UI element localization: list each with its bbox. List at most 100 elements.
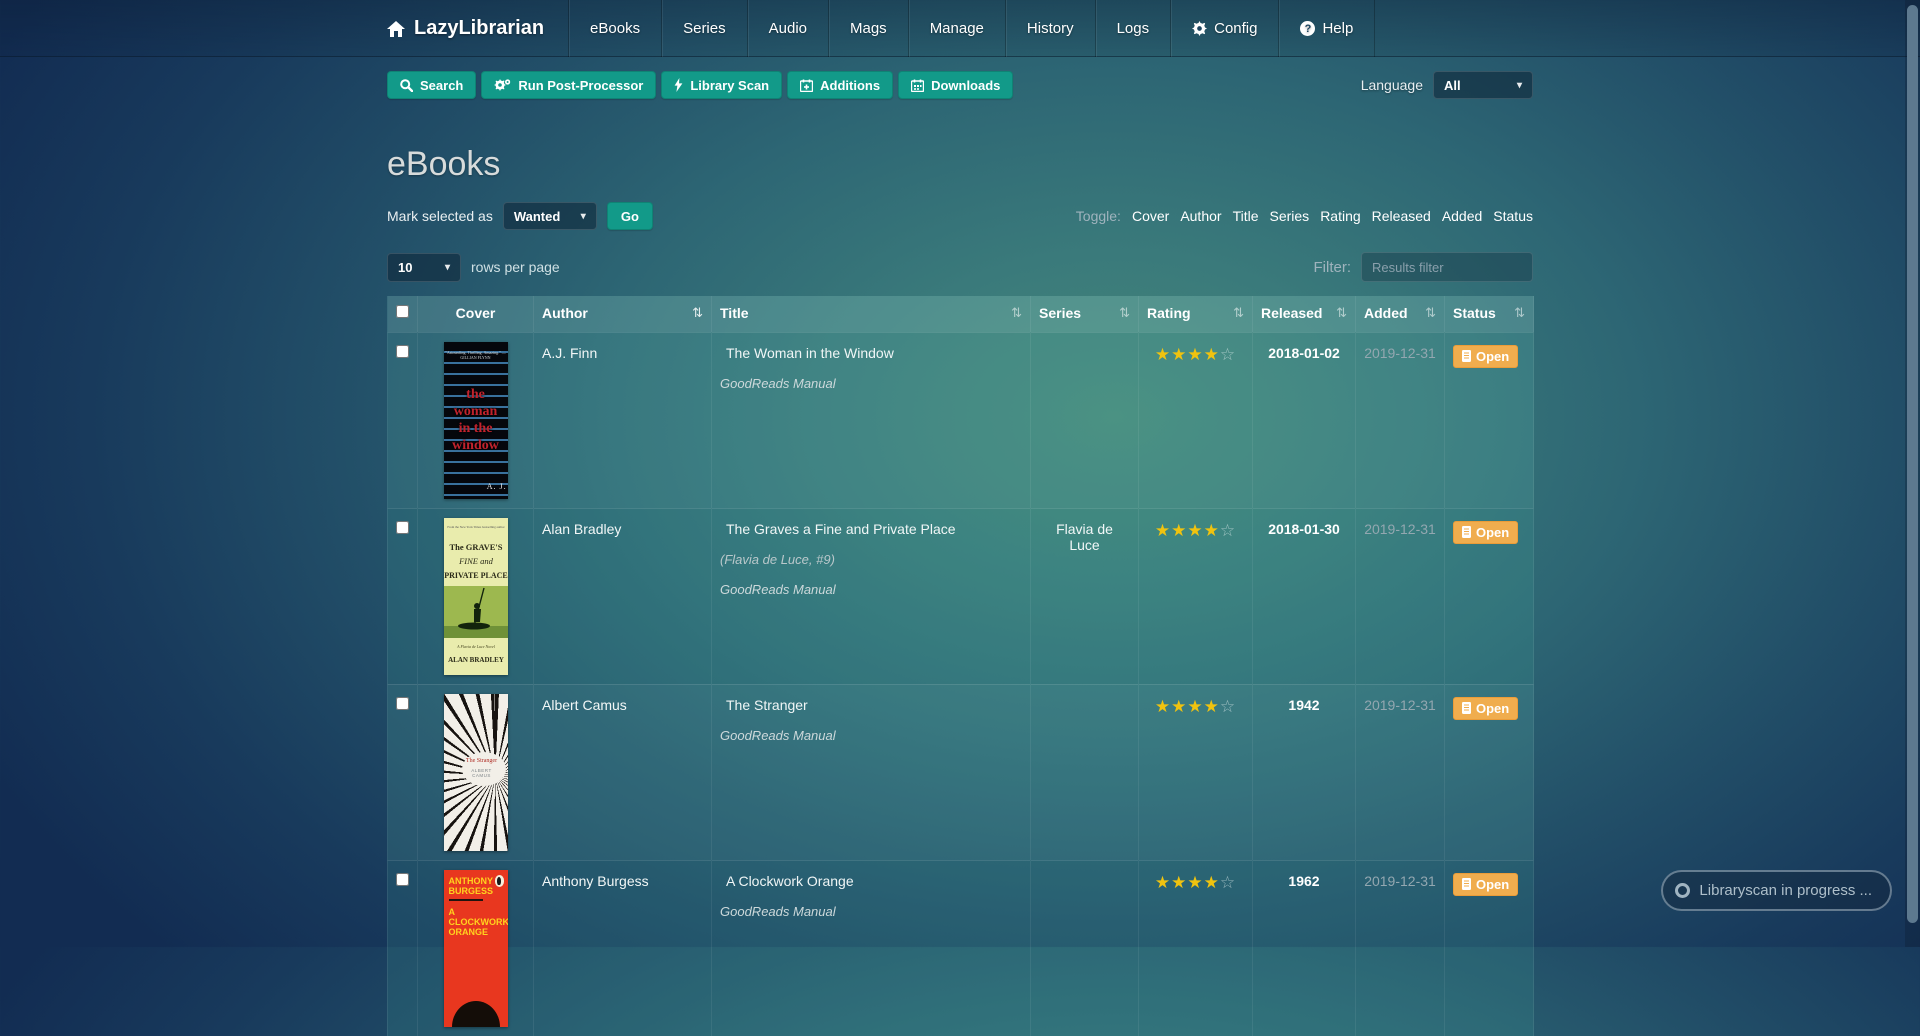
open-book-button[interactable]: Open — [1453, 521, 1518, 544]
cover-author-text: BURGESS — [449, 886, 508, 896]
cover-text: the — [444, 386, 508, 403]
header-title[interactable]: Title ⇅ — [712, 296, 1031, 332]
header-added[interactable]: Added ⇅ — [1356, 296, 1445, 332]
author-link[interactable]: Albert Camus — [542, 697, 627, 713]
sort-icon[interactable]: ⇅ — [1336, 305, 1347, 321]
header-select-all[interactable] — [388, 296, 418, 332]
header-added-label: Added — [1364, 305, 1408, 321]
table-header-row: Cover Author⇅ Title ⇅ Series ⇅ Rating⇅ Rel… — [388, 296, 1534, 332]
open-book-button[interactable]: Open — [1453, 345, 1518, 368]
toggle-label: Toggle: — [1076, 208, 1121, 224]
sort-icon[interactable]: ⇅ — [1233, 305, 1244, 321]
go-button[interactable]: Go — [607, 202, 653, 230]
sort-icon[interactable]: ⇅ — [1514, 305, 1525, 321]
results-filter-input[interactable] — [1361, 252, 1533, 282]
nav-item-audio[interactable]: Audio — [747, 0, 828, 57]
row-checkbox[interactable] — [396, 697, 409, 710]
chevron-down-icon: ▾ — [581, 211, 586, 222]
language-select[interactable]: All ▾ — [1433, 71, 1533, 99]
toggle-link-series[interactable]: Series — [1270, 208, 1310, 224]
author-link[interactable]: A.J. Finn — [542, 345, 597, 361]
star-filled-icon: ★ — [1171, 345, 1187, 364]
nav-item-help[interactable]: ? Help — [1278, 0, 1375, 57]
nav-item-config[interactable]: Config — [1170, 0, 1278, 57]
nav-item-mags[interactable]: Mags — [828, 0, 908, 57]
added-date: 2019-12-31 — [1364, 521, 1436, 537]
released-date: 1942 — [1288, 697, 1319, 713]
library-scan-toast: Libraryscan in progress ... — [1661, 870, 1892, 911]
mark-status-select[interactable]: Wanted ▾ — [503, 202, 597, 230]
nav-item-history[interactable]: History — [1005, 0, 1095, 57]
header-author[interactable]: Author⇅ — [534, 296, 712, 332]
calendar-grid-icon — [911, 79, 924, 92]
search-button-label: Search — [420, 78, 463, 93]
sort-icon[interactable]: ⇅ — [1011, 305, 1022, 321]
book-cover-graves-fine-private-place[interactable]: From the New York Times bestselling auth… — [444, 518, 508, 675]
book-source: GoodReads Manual — [720, 376, 1022, 391]
rating-stars: ★★★★☆ — [1155, 347, 1236, 363]
title-link[interactable]: The Woman in the Window — [720, 345, 894, 361]
author-link[interactable]: Anthony Burgess — [542, 873, 649, 889]
toggle-link-author[interactable]: Author — [1180, 208, 1221, 224]
title-link[interactable]: The Graves a Fine and Private Place — [720, 521, 956, 537]
book-icon — [1462, 878, 1471, 890]
rating-stars: ★★★★☆ — [1155, 699, 1236, 715]
run-post-processor-button[interactable]: Run Post-Processor — [481, 71, 656, 99]
downloads-button[interactable]: Downloads — [898, 71, 1013, 99]
header-title-label: Title — [720, 305, 749, 321]
cover-decoration — [449, 899, 483, 901]
header-released[interactable]: Released⇅ — [1253, 296, 1356, 332]
nav-item-logs[interactable]: Logs — [1095, 0, 1171, 57]
additions-button[interactable]: Additions — [787, 71, 893, 99]
row-checkbox[interactable] — [396, 521, 409, 534]
header-cover[interactable]: Cover — [418, 296, 534, 332]
sort-icon[interactable]: ⇅ — [692, 305, 703, 321]
select-all-checkbox[interactable] — [396, 305, 409, 318]
nav-item-ebooks[interactable]: eBooks — [568, 0, 661, 57]
star-filled-icon: ★ — [1187, 521, 1203, 540]
book-cover-woman-in-the-window[interactable]: "Astounding. Thrilling. Amazing." —GILLI… — [444, 342, 508, 499]
toggle-link-title[interactable]: Title — [1233, 208, 1259, 224]
home-icon — [387, 21, 405, 37]
toggle-link-added[interactable]: Added — [1442, 208, 1482, 224]
nav-item-manage[interactable]: Manage — [908, 0, 1005, 57]
toggle-link-released[interactable]: Released — [1372, 208, 1431, 224]
sort-icon[interactable]: ⇅ — [1119, 305, 1130, 321]
nav-label-audio: Audio — [769, 20, 807, 37]
cover-text: FINE and — [458, 556, 494, 566]
series-link[interactable]: Flavia de Luce — [1056, 521, 1113, 553]
open-book-button[interactable]: Open — [1453, 873, 1518, 896]
star-empty-icon: ☆ — [1220, 873, 1236, 892]
star-filled-icon: ★ — [1187, 873, 1203, 892]
star-empty-icon: ☆ — [1220, 521, 1236, 540]
toggle-link-cover[interactable]: Cover — [1132, 208, 1169, 224]
scrollbar-track[interactable] — [1905, 0, 1920, 947]
header-series[interactable]: Series ⇅ — [1031, 296, 1139, 332]
bolt-icon — [674, 78, 683, 92]
library-scan-button[interactable]: Library Scan — [661, 71, 782, 99]
table-row: ANTHONY BURGESS A CLOCKWORK ORANGE Antho… — [388, 860, 1534, 1036]
chevron-down-icon: ▾ — [1517, 80, 1522, 91]
book-cover-clockwork-orange[interactable]: ANTHONY BURGESS A CLOCKWORK ORANGE — [444, 870, 508, 1027]
toggle-link-rating[interactable]: Rating — [1320, 208, 1360, 224]
nav-item-series[interactable]: Series — [661, 0, 747, 57]
rows-per-page-select[interactable]: 10 ▾ — [387, 253, 461, 282]
scrollbar-thumb[interactable] — [1907, 5, 1918, 923]
book-cover-the-stranger[interactable]: The Stranger ALBERT CAMUS — [444, 694, 508, 851]
downloads-label: Downloads — [931, 78, 1000, 93]
title-link[interactable]: The Stranger — [720, 697, 808, 713]
row-checkbox[interactable] — [396, 873, 409, 886]
title-link[interactable]: A Clockwork Orange — [720, 873, 854, 889]
book-source: GoodReads Manual — [720, 582, 1022, 597]
author-link[interactable]: Alan Bradley — [542, 521, 621, 537]
row-checkbox[interactable] — [396, 345, 409, 358]
header-series-label: Series — [1039, 305, 1081, 321]
sort-icon[interactable]: ⇅ — [1425, 305, 1436, 321]
toggle-link-status[interactable]: Status — [1493, 208, 1533, 224]
open-book-button[interactable]: Open — [1453, 697, 1518, 720]
brand-lazylibrarian[interactable]: LazyLibrarian — [387, 0, 568, 57]
header-status[interactable]: Status⇅ — [1445, 296, 1534, 332]
header-rating[interactable]: Rating⇅ — [1139, 296, 1253, 332]
star-filled-icon: ★ — [1187, 697, 1203, 716]
search-button[interactable]: Search — [387, 71, 476, 99]
